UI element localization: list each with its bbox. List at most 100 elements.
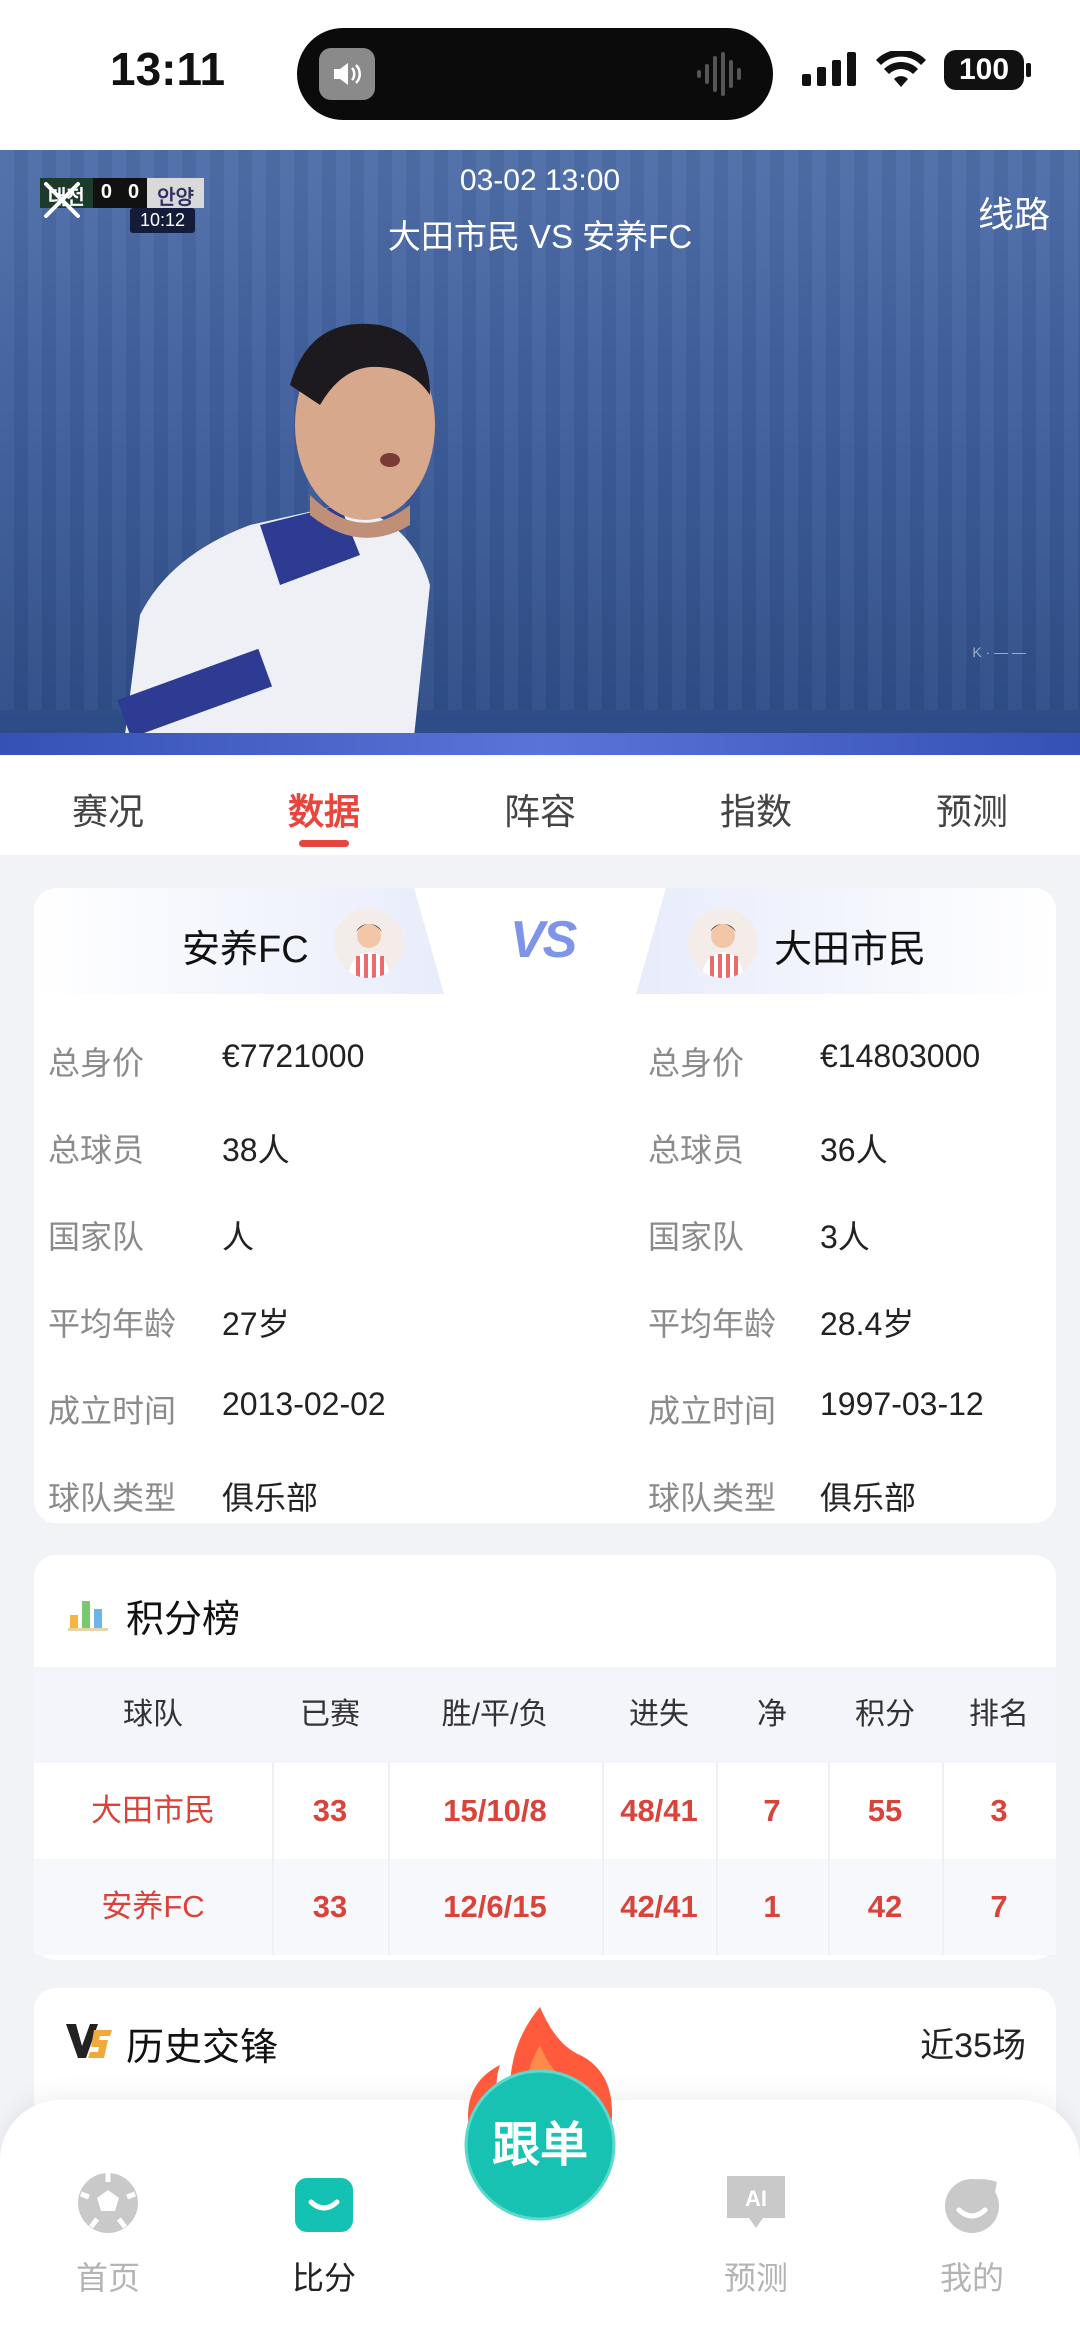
video-frame-player (117, 323, 435, 755)
stat-label: 平均年龄 (48, 1306, 177, 1342)
column-divider (828, 1763, 830, 1955)
stat-label: 成立时间 (648, 1393, 777, 1429)
match-title: 大田市民 VS 安养FC (387, 218, 693, 255)
score-icon (295, 2178, 353, 2232)
nav-label: 首页 (75, 2260, 140, 2296)
stat-value: 俱乐部 (222, 1480, 319, 1516)
row-goals: 48/41 (620, 1793, 698, 1828)
column-divider (388, 1763, 390, 1955)
col-team: 球队 (123, 1698, 183, 1731)
stat-value: €14803000 (820, 1038, 981, 1074)
tab-odds[interactable]: 指数 (648, 755, 864, 855)
nav-score[interactable]: 比分 (254, 2170, 394, 2299)
video-player[interactable]: 대전 0 0 안양 10:12 03-02 13:00 大田市民 VS 安养FC… (0, 150, 1080, 755)
stat-value: 38人 (222, 1132, 290, 1168)
col-net: 净 (757, 1698, 787, 1731)
nav-profile[interactable]: 我的 (902, 2170, 1042, 2299)
stat-label: 球队类型 (48, 1480, 177, 1516)
nav-label: 我的 (939, 2260, 1004, 2296)
audio-wave-icon (697, 52, 741, 96)
speaker-icon (319, 48, 375, 100)
follow-button-label: 跟单 (492, 2117, 588, 2173)
table-row[interactable]: 大田市民 33 15/10/8 48/41 7 55 3 (34, 1763, 1056, 1859)
standings-header: 球队 已赛 胜/平/负 进失 净 积分 排名 (34, 1667, 1056, 1763)
vs-logo-icon (66, 2024, 112, 2058)
right-team-name: 大田市民 (774, 929, 927, 971)
left-team-avatar (334, 908, 404, 978)
stat-label: 总身价 (48, 1045, 145, 1081)
stat-row: 平均年龄 27岁 平均年龄 28.4岁 (34, 1277, 1056, 1364)
team-comparison-card: 安养FC VS 大田市民 总身价 €7721000 总身价 €14803000 … (34, 888, 1056, 1523)
nav-label: 比分 (291, 2260, 356, 2296)
col-points: 积分 (855, 1698, 915, 1731)
stat-row: 总身价 €7721000 总身价 €14803000 (34, 1016, 1056, 1103)
stat-value: 1997-03-12 (820, 1386, 984, 1422)
status-time: 13:11 (110, 43, 226, 95)
col-goals: 进失 (629, 1698, 689, 1731)
stat-value: 3人 (820, 1219, 870, 1255)
stat-value: 36人 (820, 1132, 888, 1168)
stat-value: 2013-02-02 (222, 1386, 386, 1422)
bar-chart-icon (68, 1601, 108, 1631)
battery-icon: 100 (944, 50, 1031, 90)
stat-label: 平均年龄 (648, 1306, 777, 1342)
column-divider (602, 1763, 604, 1955)
tab-bar: 赛况 数据 阵容 指数 预测 (0, 755, 1080, 855)
stat-value: 俱乐部 (820, 1480, 917, 1516)
row-points: 55 (867, 1793, 903, 1828)
row-wdl: 12/6/15 (443, 1889, 547, 1924)
row-team: 安养FC (101, 1889, 205, 1924)
row-played: 33 (312, 1889, 348, 1924)
wifi-icon (876, 51, 926, 87)
standings-title: 积分榜 (126, 1599, 241, 1641)
team-stats: 总身价 €7721000 总身价 €14803000 总球员 38人 总球员 3… (34, 1016, 1056, 1538)
soccer-ball-icon (78, 2173, 138, 2233)
row-team: 大田市民 (91, 1793, 215, 1828)
tab-lineup[interactable]: 阵容 (432, 755, 648, 855)
svg-text:AI: AI (745, 2186, 767, 2211)
history-range[interactable]: 近35场 (920, 2018, 1026, 2067)
stat-label: 成立时间 (48, 1393, 177, 1429)
column-divider (272, 1763, 274, 1955)
vs-label: VS (510, 911, 577, 969)
row-net: 7 (763, 1793, 781, 1828)
status-bar: 13:11 100 (0, 0, 1080, 150)
stat-label: 总球员 (48, 1132, 145, 1168)
stat-row: 国家队 人 国家队 3人 (34, 1190, 1056, 1277)
tab-data[interactable]: 数据 (216, 755, 432, 855)
stat-row: 成立时间 2013-02-02 成立时间 1997-03-12 (34, 1364, 1056, 1451)
stat-value: 人 (222, 1219, 255, 1255)
column-divider (716, 1763, 718, 1955)
status-icons: 100 (802, 50, 1031, 90)
col-played: 已赛 (300, 1698, 360, 1731)
standings-card: 积分榜 球队 已赛 胜/平/负 进失 净 积分 排名 大田市民 33 15/10… (34, 1555, 1056, 1960)
row-rank: 3 (990, 1793, 1008, 1828)
stat-label: 总球员 (648, 1132, 745, 1168)
stat-label: 球队类型 (648, 1480, 777, 1516)
profile-icon (945, 2179, 999, 2233)
route-button[interactable]: 线路 (978, 186, 1050, 238)
nav-home[interactable]: 首页 (38, 2170, 178, 2299)
nav-prediction[interactable]: AI 预测 (686, 2170, 826, 2299)
right-team-avatar (688, 908, 758, 978)
stat-row: 总球员 38人 总球员 36人 (34, 1103, 1056, 1190)
col-wdl: 胜/平/负 (441, 1698, 549, 1731)
tab-prediction[interactable]: 预测 (864, 755, 1080, 855)
row-played: 33 (312, 1793, 348, 1828)
match-time: 03-02 13:00 (459, 164, 621, 197)
follow-button[interactable]: 跟单 (460, 2005, 620, 2225)
column-divider (942, 1763, 944, 1955)
nav-label: 预测 (723, 2260, 788, 2296)
broadcast-watermark: K · — — (972, 644, 1026, 660)
stat-label: 国家队 (648, 1219, 745, 1255)
row-goals: 42/41 (620, 1889, 698, 1924)
row-points: 42 (867, 1889, 903, 1924)
ai-icon: AI (727, 2176, 785, 2228)
table-row[interactable]: 安养FC 33 12/6/15 42/41 1 42 7 (34, 1859, 1056, 1955)
col-rank: 排名 (969, 1698, 1029, 1731)
stat-label: 总身价 (648, 1045, 745, 1081)
history-title: 历史交锋 (126, 2027, 279, 2069)
row-wdl: 15/10/8 (443, 1793, 547, 1828)
stat-value: 28.4岁 (820, 1306, 915, 1342)
tab-live[interactable]: 赛况 (0, 755, 216, 855)
